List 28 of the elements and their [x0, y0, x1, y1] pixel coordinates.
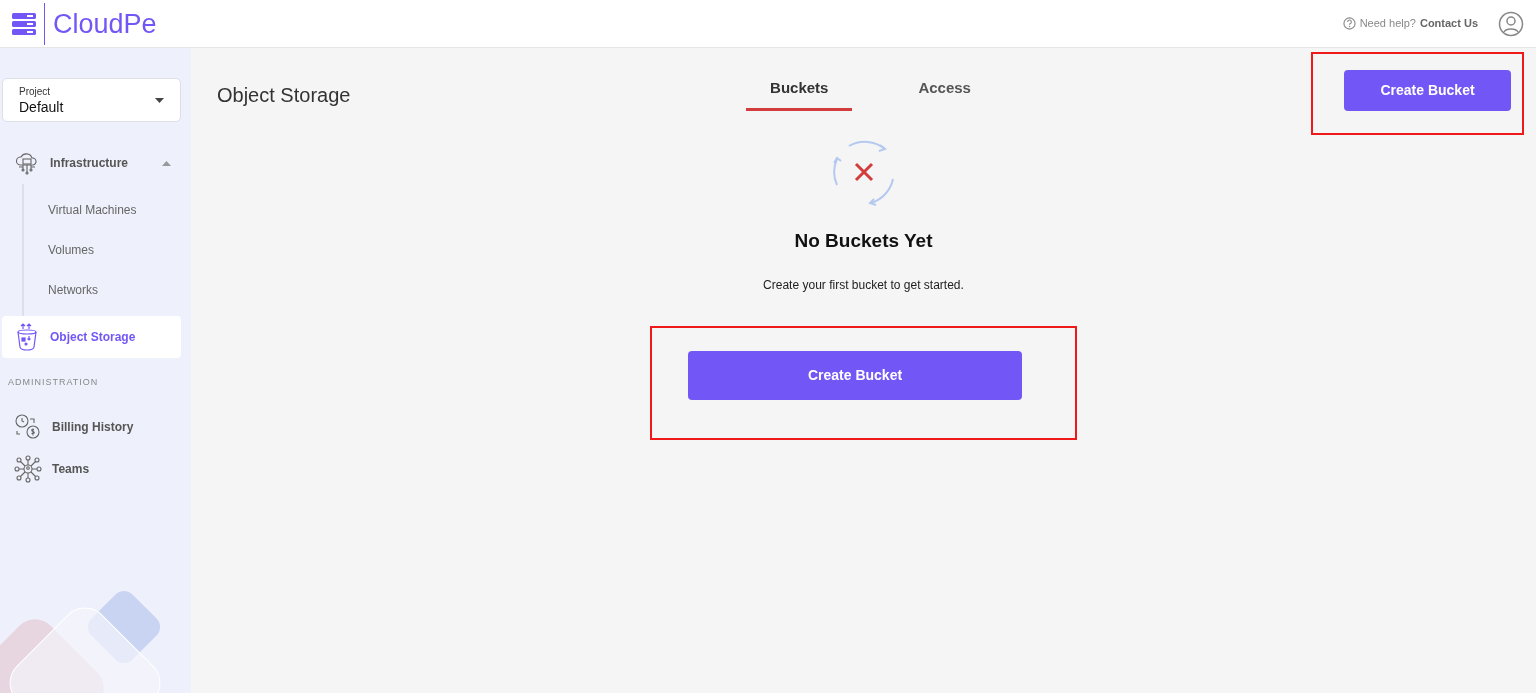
create-bucket-button[interactable]: Create Bucket — [688, 350, 1022, 400]
tab[interactable]: Buckets — [746, 77, 853, 111]
help-icon — [1342, 17, 1356, 30]
team-network-icon — [14, 454, 42, 483]
sidebar-item[interactable]: Teams — [2, 447, 181, 490]
sidebar-subitem[interactable]: Volumes — [24, 230, 191, 270]
dropdown-caret-icon — [155, 97, 164, 103]
collapse-caret-icon — [162, 160, 171, 166]
create-bucket-button[interactable]: Create Bucket — [1344, 70, 1511, 111]
empty-state-title: No Buckets Yet — [794, 229, 933, 253]
sidebar-item[interactable]: Billing History — [2, 405, 181, 448]
cloud-chip-icon — [14, 150, 40, 176]
project-select[interactable]: Project Default — [2, 78, 181, 122]
sidebar-subitem[interactable]: Networks — [24, 270, 191, 310]
help-text: Need help? — [1359, 16, 1416, 32]
empty-state-message: Create your first bucket to get started. — [763, 276, 964, 294]
contact-link[interactable]: Contact Us — [1419, 15, 1478, 32]
logo-text: CloudPe — [44, 2, 157, 45]
server-icon — [12, 11, 36, 36]
page-title: Object Storage — [217, 83, 352, 108]
tab[interactable]: Access — [894, 77, 995, 111]
sidebar-item[interactable]: Object Storage — [2, 316, 181, 358]
clock-coin-icon — [14, 412, 42, 441]
sidebar-item[interactable]: Infrastructure — [2, 142, 181, 184]
user-avatar-icon[interactable] — [1498, 10, 1524, 37]
bucket-icon — [14, 323, 40, 351]
sidebar-subitem[interactable]: Virtual Machines — [24, 190, 191, 230]
section-heading: ADMINISTRATION — [7, 376, 100, 389]
